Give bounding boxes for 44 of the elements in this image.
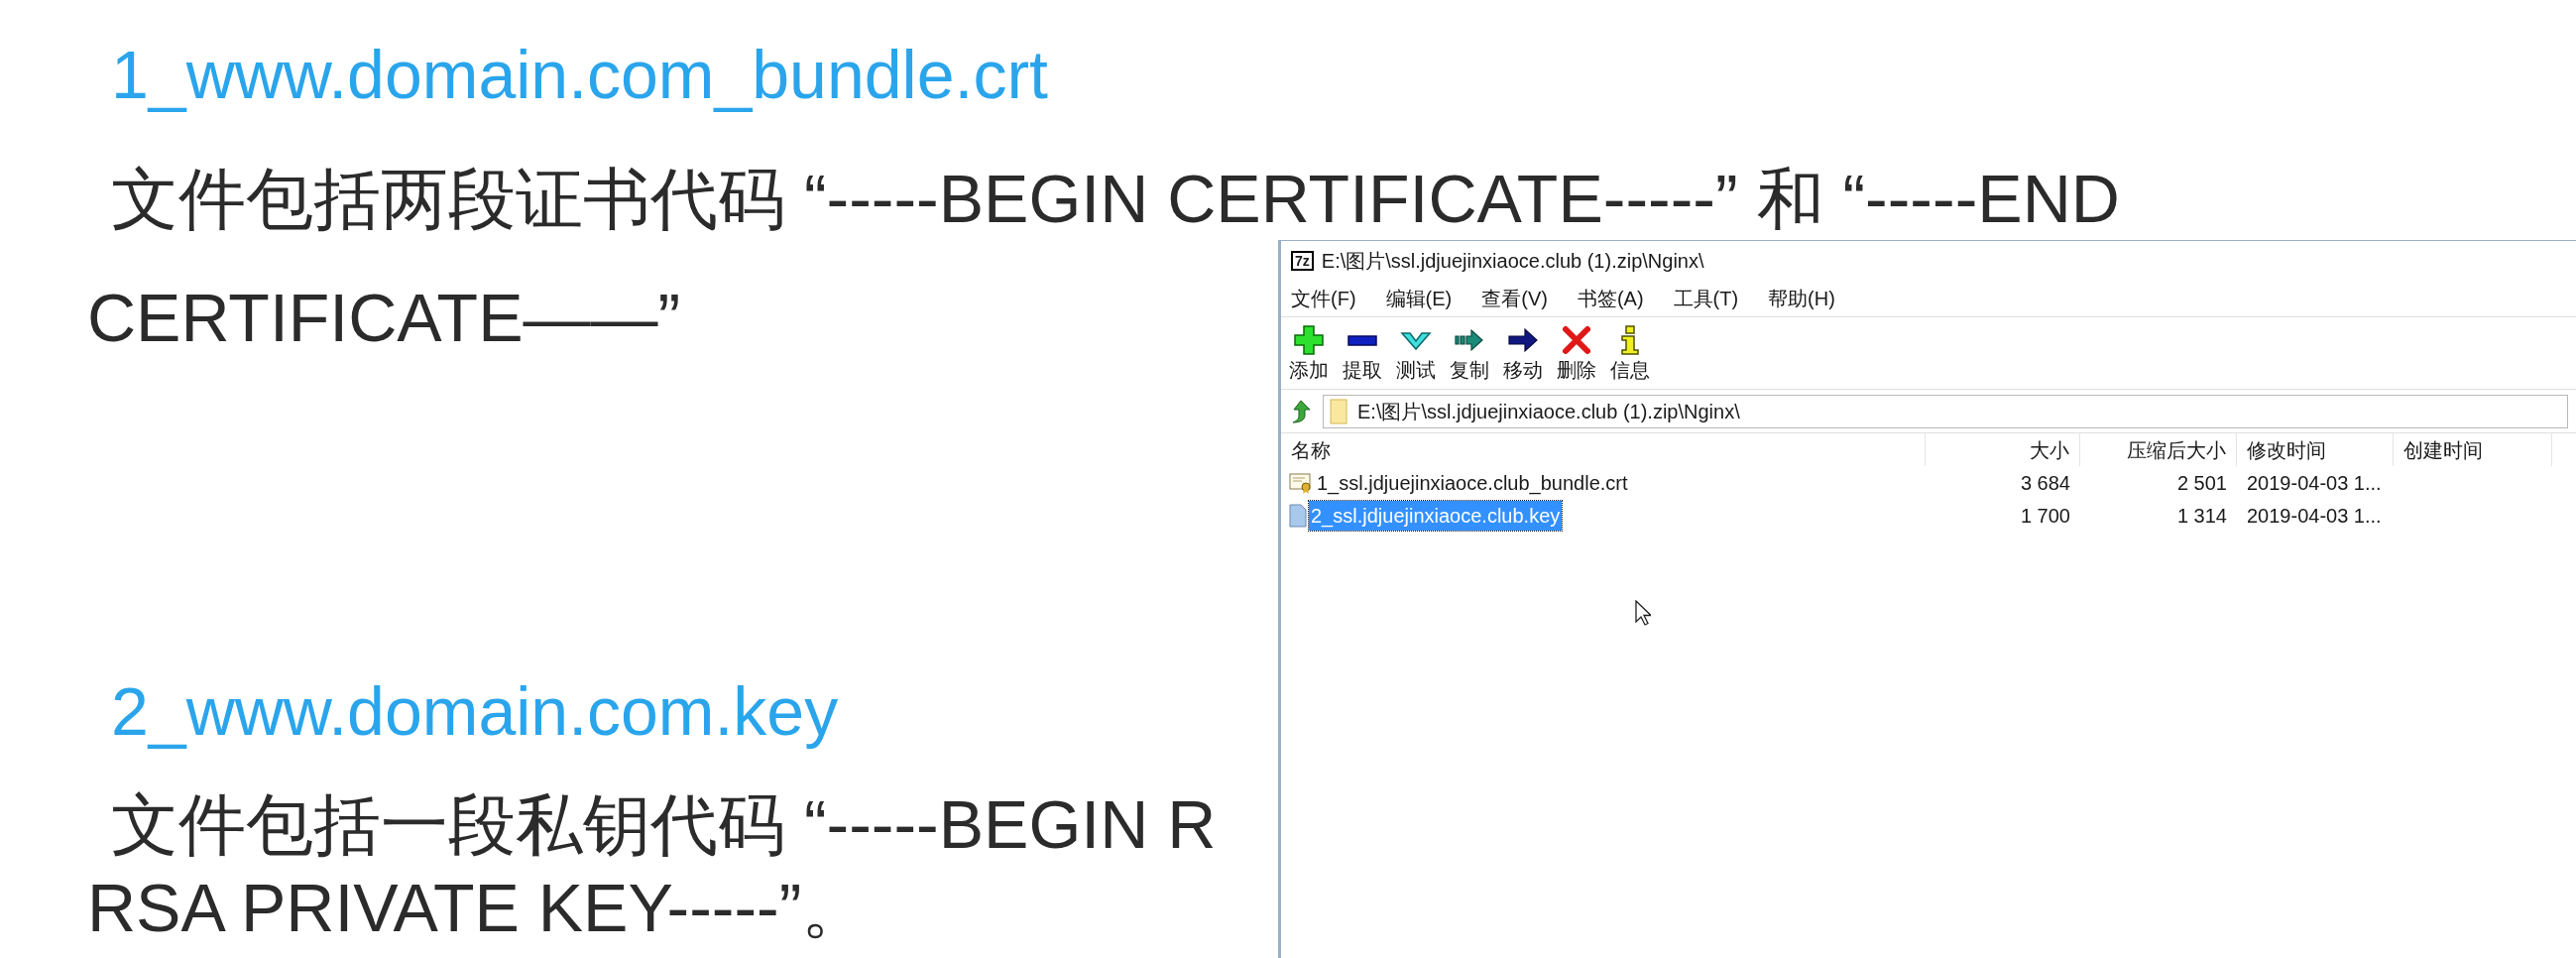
column-header[interactable]: 大小 — [1926, 433, 2080, 466]
plus-icon — [1293, 324, 1325, 356]
section-heading: 2_www.domain.com.key — [111, 672, 839, 751]
mouse-cursor-icon — [1635, 600, 1651, 626]
file-row[interactable]: 1_ssl.jdjuejinxiaoce.club_bundle.crt 3 684 2 501 2019-04-03 1... — [1281, 466, 2576, 499]
size-cell-text: 3 684 — [2019, 470, 2071, 496]
column-header[interactable]: 名称 — [1281, 433, 1926, 466]
file-row[interactable]: 2_ssl.jdjuejinxiaoce.club.key 1 700 1 314 2019-04-03 1... — [1281, 499, 2576, 532]
toolbar-button[interactable]: 移动 — [1501, 323, 1545, 383]
file-icon — [1289, 503, 1307, 528]
menu-item[interactable]: 书签(A) — [1577, 284, 1644, 313]
column-header[interactable]: 压缩后大小 — [2080, 433, 2237, 466]
window-title: E:\图片\ssl.jdjuejinxiaoce.club (1).zip\Nginx\ — [1321, 249, 1704, 274]
menu-item[interactable]: 文件(F) — [1291, 284, 1356, 313]
toolbar-button[interactable]: 信息 — [1608, 323, 1652, 383]
file-name: 1_ssl.jdjuejinxiaoce.club_bundle.crt — [1316, 470, 1629, 497]
toolbar-button[interactable]: 提取 — [1341, 323, 1384, 383]
delete-icon — [1561, 324, 1592, 356]
menu-item[interactable]: 编辑(E) — [1385, 284, 1453, 313]
address-field[interactable]: E:\图片\ssl.jdjuejinxiaoce.club (1).zip\Nginx\ — [1323, 394, 2568, 428]
size-cell-text: 1 700 — [2019, 503, 2071, 529]
toolbar-button[interactable]: 复制 — [1448, 323, 1491, 383]
toolbar-button[interactable]: 添加 — [1287, 323, 1331, 383]
file-name: 2_ssl.jdjuejinxiaoce.club.key — [1309, 500, 1563, 531]
app-icon: 7z — [1291, 251, 1314, 271]
modified-cell-text: 2019-04-03 1... — [2246, 503, 2383, 529]
section-heading: 1_www.domain.com_bundle.crt — [111, 36, 1048, 114]
folder-icon — [1330, 398, 1347, 424]
toolbar-button[interactable]: 测试 — [1394, 323, 1438, 383]
column-header[interactable]: 创建时间 — [2394, 433, 2552, 466]
text-line: 文件包括一段私钥代码 “-----BEGIN R — [111, 785, 1217, 864]
info-icon — [1618, 324, 1642, 356]
menu-item[interactable]: 工具(T) — [1673, 284, 1739, 313]
menu-item[interactable]: 查看(V) — [1481, 284, 1548, 313]
column-header[interactable]: 修改时间 — [2237, 433, 2394, 466]
certificate-icon — [1289, 471, 1313, 494]
text-line: RSA PRIVATE KEY-----”。 — [87, 869, 870, 947]
text-line: 文件包括两段证书代码 “-----BEGIN CERTIFICATE-----” 和 “-----END — [111, 160, 2120, 238]
packed-size-cell-text: 1 314 — [2175, 503, 2228, 529]
packed-size-cell-text: 2 501 — [2175, 470, 2228, 496]
menu-item[interactable]: 帮助(H) — [1768, 284, 1835, 313]
text-line: CERTIFICATE——” — [87, 279, 681, 357]
toolbar-button[interactable]: 删除 — [1555, 323, 1598, 383]
modified-cell-text: 2019-04-03 1... — [2246, 470, 2383, 496]
